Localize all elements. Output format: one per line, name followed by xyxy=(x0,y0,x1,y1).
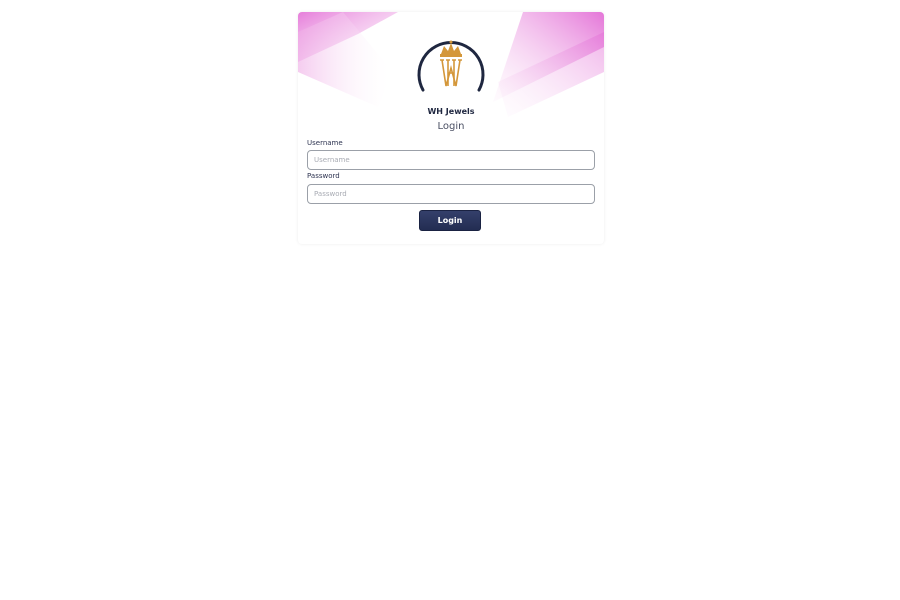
crown-monogram-logo-icon xyxy=(417,40,485,92)
form-title: Login xyxy=(437,121,465,132)
login-card: WH Jewels Login Username Password Login xyxy=(298,12,604,244)
username-input[interactable] xyxy=(307,150,595,170)
brand-name: WH Jewels xyxy=(427,107,475,116)
password-input[interactable] xyxy=(307,184,595,204)
logo xyxy=(415,32,487,104)
username-label: Username xyxy=(307,139,343,147)
password-label: Password xyxy=(307,172,340,180)
login-button[interactable]: Login xyxy=(419,210,481,231)
